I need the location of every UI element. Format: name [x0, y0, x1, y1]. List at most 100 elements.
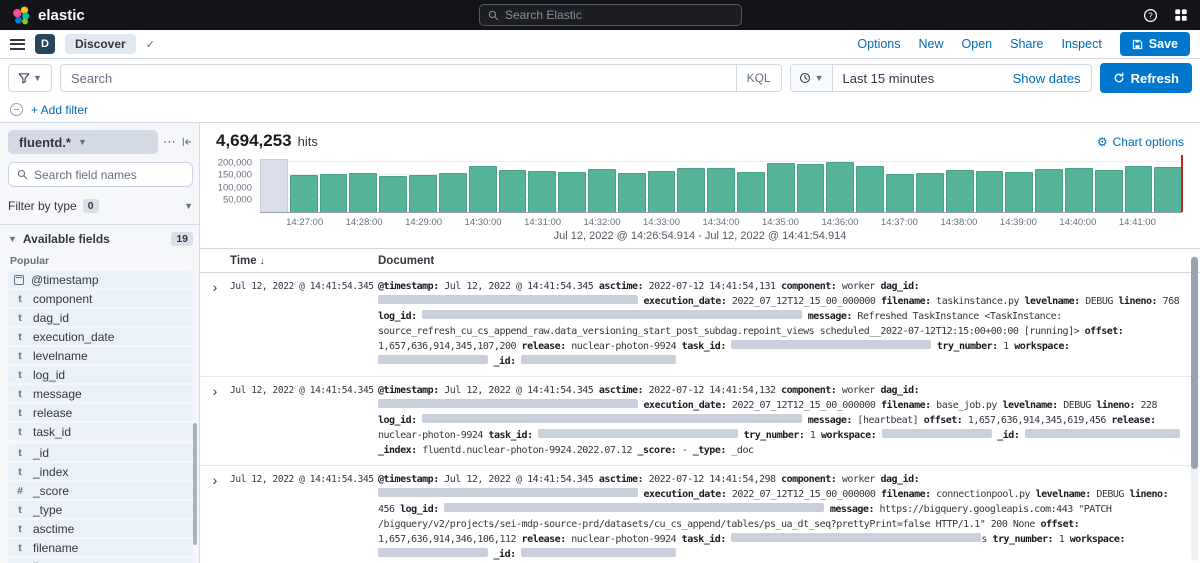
clock-icon	[799, 72, 811, 84]
histogram-bar[interactable]	[797, 164, 825, 212]
expand-row-icon[interactable]: ›	[200, 472, 230, 562]
histogram-bar[interactable]	[856, 166, 884, 212]
doc-field-key: release:	[522, 341, 566, 352]
field-item-levelname[interactable]: tlevelname	[8, 347, 193, 364]
histogram-bar[interactable]	[886, 174, 914, 212]
histogram-bar[interactable]	[916, 173, 944, 212]
field-item-release[interactable]: trelease	[8, 404, 193, 421]
histogram-bar[interactable]	[826, 162, 854, 212]
field-item-log_id[interactable]: tlog_id	[8, 366, 193, 383]
histogram-bar[interactable]	[648, 171, 676, 212]
doc-field-value: 1,657,636,914,345,619,456	[968, 415, 1106, 426]
save-button[interactable]: Save	[1120, 32, 1190, 56]
field-item-@timestamp[interactable]: @timestamp	[8, 271, 193, 288]
histogram-bar[interactable]	[469, 166, 497, 212]
scrollbar-thumb[interactable]	[1191, 257, 1198, 469]
expand-row-icon[interactable]: ›	[200, 383, 230, 458]
refresh-button[interactable]: Refresh	[1100, 63, 1192, 93]
field-item-_score[interactable]: #_score	[8, 482, 193, 499]
histogram-bar[interactable]	[976, 171, 1004, 212]
doc-field-key: message:	[808, 311, 852, 322]
doc-field-value: 1,657,636,914,346,106,112	[378, 534, 516, 545]
field-search-input[interactable]	[34, 168, 184, 182]
doc-field-key: lineno:	[1129, 489, 1168, 500]
space-badge[interactable]: D	[35, 34, 55, 54]
histogram-bar[interactable]	[528, 171, 556, 212]
doc-field-value: worker	[842, 474, 875, 485]
histogram-bar[interactable]	[588, 169, 616, 212]
time-column-header[interactable]: Time↓	[230, 255, 378, 267]
field-item-dag_id[interactable]: tdag_id	[8, 309, 193, 326]
histogram-bar[interactable]	[677, 168, 705, 212]
histogram-bar[interactable]	[409, 175, 437, 212]
show-dates-link[interactable]: Show dates	[1003, 71, 1091, 86]
histogram-bar[interactable]	[1005, 172, 1033, 212]
nav-link-share[interactable]: Share	[1010, 37, 1043, 51]
saved-query-menu-button[interactable]: ▼	[8, 64, 52, 92]
expand-row-icon[interactable]: ›	[200, 279, 230, 369]
chevron-down-icon: ▼	[33, 73, 42, 83]
nav-link-options[interactable]: Options	[857, 37, 900, 51]
field-item-task_id[interactable]: ttask_id	[8, 423, 193, 440]
field-search[interactable]	[8, 162, 193, 187]
field-item-component[interactable]: tcomponent	[8, 290, 193, 307]
global-search-input[interactable]	[505, 8, 733, 22]
histogram-bar[interactable]	[349, 173, 377, 212]
field-item-asctime[interactable]: tasctime	[8, 520, 193, 537]
kql-search-box[interactable]: KQL	[60, 64, 782, 92]
histogram-bar[interactable]	[1125, 166, 1153, 212]
field-item-_type[interactable]: t_type	[8, 501, 193, 518]
histogram-bar[interactable]	[558, 172, 586, 212]
time-picker-quick-menu[interactable]: ▼	[791, 65, 833, 91]
sidebar-scrollbar[interactable]	[193, 423, 197, 545]
histogram-bar[interactable]	[618, 173, 646, 212]
kql-search-input[interactable]	[61, 71, 736, 86]
field-item-filename[interactable]: tfilename	[8, 539, 193, 556]
collapse-sidebar-icon[interactable]	[181, 136, 193, 148]
add-filter-link[interactable]: + Add filter	[31, 103, 88, 117]
string-type-icon: t	[14, 426, 26, 438]
histogram-bar[interactable]	[737, 172, 765, 212]
field-item-message[interactable]: tmessage	[8, 385, 193, 402]
histogram-bar[interactable]	[767, 163, 795, 212]
nav-link-inspect[interactable]: Inspect	[1061, 37, 1101, 51]
doc-field-key: asctime:	[599, 385, 643, 396]
histogram-bar[interactable]	[260, 159, 288, 212]
chart-options-link[interactable]: ⚙ Chart options	[1097, 135, 1184, 149]
field-item-execution_date[interactable]: texecution_date	[8, 328, 193, 345]
histogram-bar[interactable]	[320, 174, 348, 212]
time-range-value[interactable]: Last 15 minutes	[833, 71, 1003, 86]
table-scrollbar[interactable]	[1191, 256, 1198, 561]
global-search[interactable]	[479, 4, 742, 26]
doc-field-value: Jul 12, 2022 @ 14:41:54.345	[444, 385, 593, 396]
histogram-bar[interactable]	[290, 175, 318, 212]
field-item-lineno[interactable]: #lineno	[8, 558, 193, 563]
field-item-_index[interactable]: t_index	[8, 463, 193, 480]
histogram-bar[interactable]	[439, 173, 467, 212]
histogram-bar[interactable]	[1154, 167, 1182, 212]
kql-language-button[interactable]: KQL	[736, 65, 781, 91]
field-name: message	[33, 387, 82, 401]
nav-link-open[interactable]: Open	[962, 37, 993, 51]
index-pattern-select[interactable]: fluentd.* ▼	[8, 130, 158, 154]
histogram-bar[interactable]	[1065, 168, 1093, 212]
redacted-value	[378, 295, 638, 304]
menu-icon[interactable]	[10, 39, 25, 50]
histogram-bar[interactable]	[499, 170, 527, 212]
available-fields-toggle[interactable]: ▼ Available fields 19	[8, 228, 193, 250]
ellipsis-icon[interactable]: ⋯	[163, 134, 176, 150]
breadcrumb-discover[interactable]: Discover	[65, 34, 136, 54]
histogram-bar[interactable]	[707, 168, 735, 212]
help-icon[interactable]: ?	[1143, 8, 1158, 23]
histogram-bar[interactable]	[379, 176, 407, 212]
histogram-bar[interactable]	[1095, 170, 1123, 212]
field-item-_id[interactable]: t_id	[8, 444, 193, 461]
deployment-icon[interactable]	[1174, 8, 1188, 22]
filter-set-icon[interactable]	[10, 103, 23, 116]
histogram-bar[interactable]	[946, 170, 974, 212]
doc-field-key: _score:	[638, 445, 677, 456]
x-axis-tick: 14:36:00	[821, 217, 858, 228]
nav-link-new[interactable]: New	[919, 37, 944, 51]
histogram-bar[interactable]	[1035, 169, 1063, 212]
filter-by-type-toggle[interactable]: Filter by type 0 ▼	[8, 195, 193, 217]
